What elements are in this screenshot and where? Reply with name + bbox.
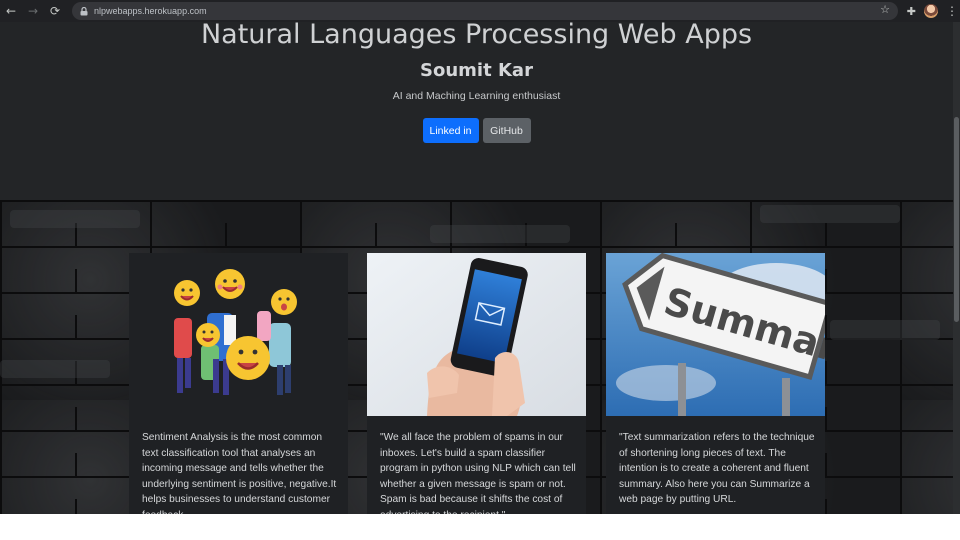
forward-icon[interactable]: → — [22, 0, 44, 22]
bookmark-star-icon[interactable]: ☆ — [880, 3, 890, 16]
menu-icon[interactable]: ⋮ — [946, 4, 958, 18]
github-button[interactable]: GitHub — [482, 118, 531, 143]
page-scrollbar[interactable] — [953, 22, 960, 514]
extensions-icon[interactable]: ✚ — [907, 5, 916, 18]
lock-icon — [78, 5, 90, 17]
summary-sign-image: Summary — [606, 253, 825, 416]
sentiment-analysis-card[interactable]: Sentiment Analysis is the most common te… — [129, 253, 348, 514]
text-summarization-card[interactable]: Summary "Text summarization refers to th… — [606, 253, 825, 514]
page-title: Natural Languages Processing Web Apps — [200, 22, 753, 50]
spam-classifier-description: "We all face the problem of spams in our… — [380, 432, 576, 514]
phone-message-image — [367, 253, 586, 416]
web-page: Natural Languages Processing Web Apps So… — [0, 22, 960, 514]
linkedin-button[interactable]: Linked in — [422, 118, 479, 143]
address-bar[interactable]: nlpwebapps.herokuapp.com ☆ — [72, 2, 898, 20]
hero-section: Natural Languages Processing Web Apps So… — [0, 22, 953, 200]
author-tagline: AI and Maching Learning enthusiast — [392, 90, 561, 102]
social-buttons: Linked in GitHub — [0, 118, 953, 143]
spam-classifier-card[interactable]: "We all face the problem of spams in our… — [367, 253, 586, 514]
back-icon[interactable]: ← — [0, 0, 22, 22]
url-text: nlpwebapps.herokuapp.com — [94, 6, 207, 16]
text-summarization-description: "Text summarization refers to the techni… — [619, 432, 815, 506]
scrollbar-thumb[interactable] — [954, 117, 959, 322]
browser-toolbar: ← → ⟳ nlpwebapps.herokuapp.com ☆ ✚ ⋮ — [0, 0, 960, 22]
author-name: Soumit Kar — [420, 60, 533, 81]
reload-icon[interactable]: ⟳ — [44, 0, 66, 22]
profile-avatar[interactable] — [924, 4, 938, 18]
emoji-characters-image — [129, 253, 348, 416]
bottom-blank-area — [0, 514, 960, 540]
sentiment-analysis-description: Sentiment Analysis is the most common te… — [142, 432, 337, 514]
